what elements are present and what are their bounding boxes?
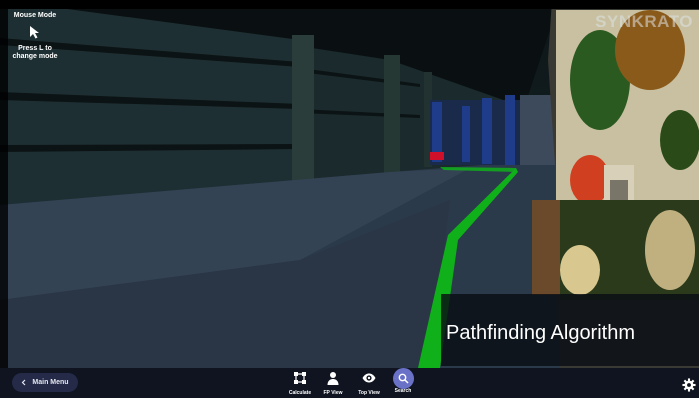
mode-hint: Mouse Mode Press L to change mode — [6, 12, 64, 61]
calculate-label: Calculate — [288, 390, 312, 396]
mode-hint-instruction: Press L to change mode — [12, 45, 58, 60]
cursor-arrow-icon — [30, 26, 39, 39]
calculate-button[interactable]: Calculate — [285, 371, 315, 398]
top-view-button[interactable]: Top View — [354, 371, 384, 398]
top-view-label: Top View — [358, 390, 380, 396]
bottom-toolbar: Main Menu Calculate FP View Top View Sea… — [0, 368, 699, 398]
3d-viewport[interactable]: Mouse Mode Press L to change mode SYNKRA… — [0, 0, 699, 398]
eye-icon — [362, 373, 376, 383]
main-menu-button[interactable]: Main Menu — [12, 373, 78, 392]
banner-title: Pathfinding Algorithm — [446, 322, 636, 344]
nodes-icon — [294, 372, 306, 384]
brand-logo: SYNKRATO — [595, 12, 693, 31]
search-button[interactable]: Search — [388, 368, 418, 398]
search-label: Search — [394, 388, 412, 394]
title-banner: Pathfinding Algorithm — [441, 294, 699, 366]
chevron-left-icon — [22, 379, 26, 386]
person-icon — [327, 372, 339, 385]
search-button-circle — [392, 368, 414, 389]
main-menu-label: Main Menu — [32, 379, 69, 386]
fp-view-label: FP View — [323, 390, 343, 396]
fp-view-button[interactable]: FP View — [318, 371, 348, 398]
search-icon — [398, 373, 409, 384]
mode-hint-title: Mouse Mode — [13, 12, 57, 19]
gear-icon[interactable] — [682, 378, 696, 392]
